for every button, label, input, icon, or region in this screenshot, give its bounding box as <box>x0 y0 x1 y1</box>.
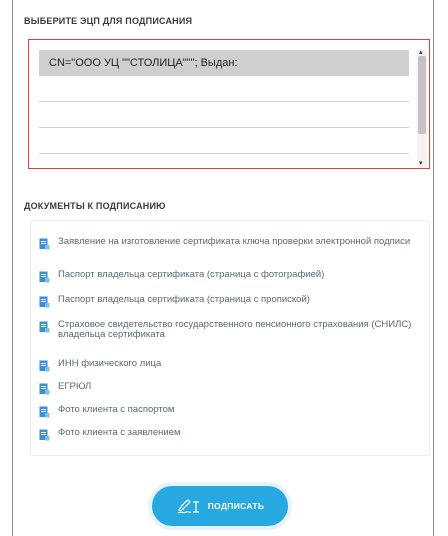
document-item-6[interactable]: Фото клиента с паспортом <box>39 405 419 418</box>
documents-list: Заявление на изготовление сертификата кл… <box>30 220 430 456</box>
document-icon <box>39 321 50 333</box>
document-label: ЕГРЮЛ <box>58 381 92 392</box>
certificate-option-0[interactable]: CN="ООО УЦ ""СТОЛИЦА"""; Выдан: <box>39 50 409 76</box>
document-item-2[interactable]: Паспорт владельца сертификата (страница … <box>39 295 419 308</box>
certificate-option-2[interactable] <box>39 102 409 128</box>
certificate-scrollbar[interactable]: ▴ ▾ <box>417 49 427 168</box>
certificate-option-1[interactable] <box>39 76 409 102</box>
document-label: Фото клиента с паспортом <box>58 404 175 415</box>
document-icon <box>39 271 50 283</box>
scroll-thumb[interactable] <box>418 56 426 134</box>
document-icon <box>39 296 50 308</box>
document-label: ИНН физического лица <box>58 358 162 369</box>
document-icon <box>39 429 50 441</box>
sign-button[interactable]: ПОДПИСАТЬ <box>152 486 288 526</box>
document-item-4[interactable]: ИНН физического лица <box>39 359 419 372</box>
document-label: Фото клиента с заявлением <box>58 427 181 438</box>
document-item-5[interactable]: ЕГРЮЛ <box>39 382 419 395</box>
scroll-down-icon[interactable]: ▾ <box>419 160 423 168</box>
document-label: Заявление на изготовление сертификата кл… <box>58 236 411 247</box>
document-icon <box>39 383 50 395</box>
certificate-option-3[interactable] <box>39 128 409 154</box>
document-label: Паспорт владельца сертификата (страница … <box>58 294 310 305</box>
document-icon <box>39 406 50 418</box>
signature-pen-icon <box>177 499 199 514</box>
certificate-select-box[interactable]: CN="ООО УЦ ""СТОЛИЦА"""; Выдан: ▴ ▾ <box>28 39 430 169</box>
document-item-7[interactable]: Фото клиента с заявлением <box>39 428 419 441</box>
sign-button-label: ПОДПИСАТЬ <box>207 501 265 511</box>
document-icon <box>39 360 50 372</box>
certificate-list: CN="ООО УЦ ""СТОЛИЦА"""; Выдан: <box>39 50 409 158</box>
documents-title: ДОКУМЕНТЫ К ПОДПИСАНИЮ <box>24 201 166 211</box>
document-item-0[interactable]: Заявление на изготовление сертификата кл… <box>39 237 419 250</box>
select-cert-title: ВЫБЕРИТЕ ЭЦП ДЛЯ ПОДПИСАНИЯ <box>24 16 193 26</box>
document-label: Паспорт владельца сертификата (страница … <box>58 269 325 280</box>
document-item-3[interactable]: Страховое свидетельство государственного… <box>39 320 419 340</box>
document-item-1[interactable]: Паспорт владельца сертификата (страница … <box>39 270 419 283</box>
document-label: Страховое свидетельство государственного… <box>58 319 412 340</box>
document-icon <box>39 238 50 250</box>
